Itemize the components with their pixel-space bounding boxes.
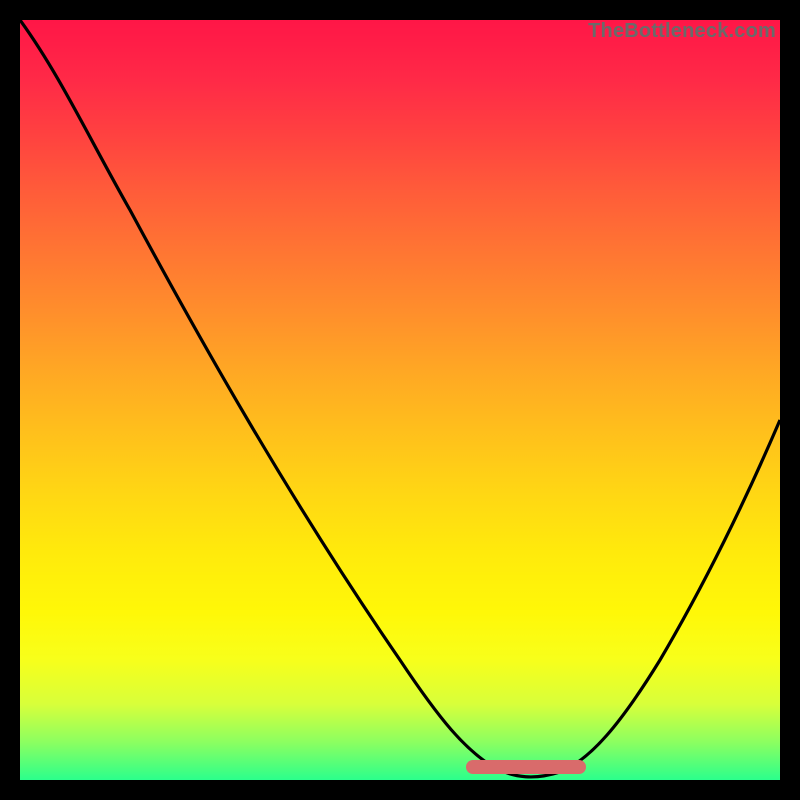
chart-container: TheBottleneck.com [0, 0, 800, 800]
plot-area: TheBottleneck.com [20, 20, 780, 780]
accent-segment [466, 760, 586, 774]
bottleneck-curve-path [20, 20, 780, 777]
curve-svg [20, 20, 780, 780]
